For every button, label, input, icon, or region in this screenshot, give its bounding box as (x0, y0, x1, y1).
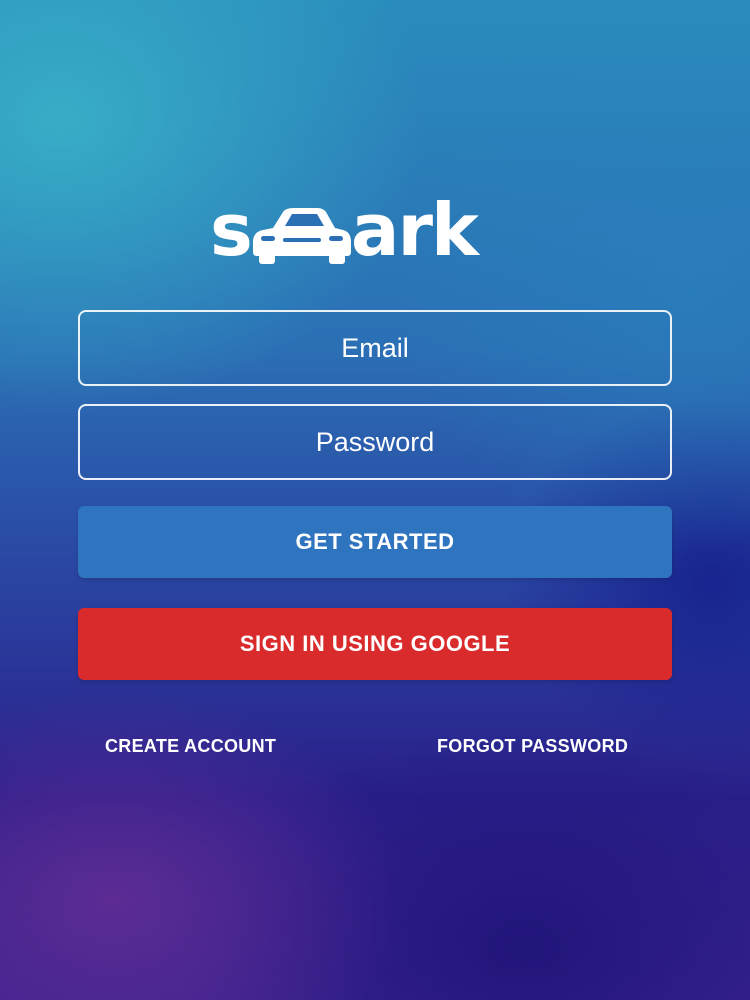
password-field[interactable] (78, 404, 672, 480)
car-icon (252, 208, 351, 264)
get-started-button[interactable]: GET STARTED (78, 506, 672, 578)
email-field[interactable] (78, 310, 672, 386)
logo-suffix: ark (350, 188, 479, 272)
google-signin-button[interactable]: SIGN IN USING GOOGLE (78, 608, 672, 680)
background-gradient (0, 0, 750, 1000)
app-logo: s ark (210, 192, 540, 266)
forgot-password-link[interactable]: FORGOT PASSWORD (437, 736, 628, 757)
logo-prefix: s (210, 188, 253, 272)
create-account-link[interactable]: CREATE ACCOUNT (105, 736, 276, 757)
